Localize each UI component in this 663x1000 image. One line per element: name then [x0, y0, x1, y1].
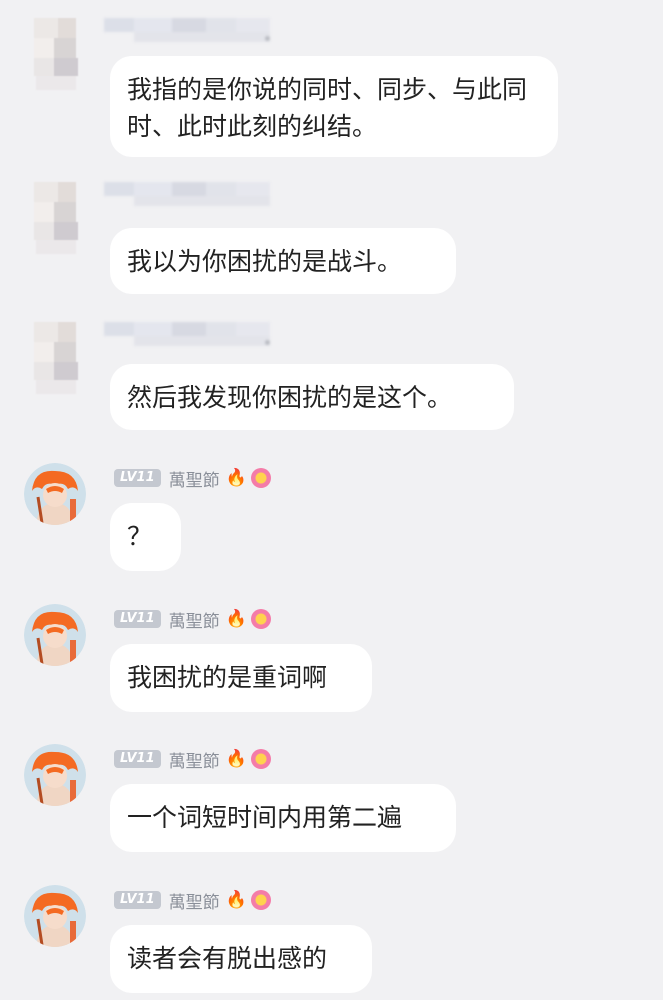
sender-line: LV11 萬聖節 🔥 — [114, 463, 271, 493]
message-text: 我指的是你说的同时、同步、与此同时、此时此刻的纠结。 — [127, 75, 528, 141]
message-bubble[interactable]: 一个词短时间内用第二遍 — [110, 784, 456, 852]
avatar[interactable] — [24, 463, 86, 525]
sender-line: LV11 萬聖節 🔥 — [114, 885, 271, 915]
message-bubble[interactable]: 我指的是你说的同时、同步、与此同时、此时此刻的纠结。 — [110, 56, 558, 157]
sender-line: LV11 萬聖節 🔥 — [114, 604, 271, 634]
message-bubble[interactable]: ？ — [110, 503, 181, 571]
sender-name[interactable]: 萬聖節 — [169, 607, 220, 632]
sender-name[interactable]: 萬聖節 — [169, 466, 220, 491]
avatar[interactable] — [24, 604, 86, 666]
sender-name-blurred — [104, 320, 274, 348]
flower-emoji-icon — [250, 468, 271, 488]
fire-icon: 🔥 — [225, 609, 247, 629]
flower-emoji-icon — [250, 749, 271, 769]
avatar-blurred[interactable] — [26, 318, 86, 396]
fire-icon: 🔥 — [225, 890, 247, 910]
message-text: 然后我发现你困扰的是这个。 — [127, 383, 453, 412]
message-bubble[interactable]: 我以为你困扰的是战斗。 — [110, 228, 456, 294]
message-bubble[interactable]: 然后我发现你困扰的是这个。 — [110, 364, 514, 430]
avatar-blurred[interactable] — [26, 178, 86, 256]
message-text: 读者会有脱出感的 — [127, 944, 328, 973]
avatar[interactable] — [24, 885, 86, 947]
message-bubble[interactable]: 我困扰的是重词啊 — [110, 644, 372, 712]
avatar-blurred[interactable] — [26, 14, 86, 92]
message-text: 我困扰的是重词啊 — [127, 663, 328, 692]
message-bubble[interactable]: 读者会有脱出感的 — [110, 925, 372, 993]
level-badge: LV11 — [114, 891, 161, 909]
sender-name-blurred — [104, 180, 274, 208]
sender-name[interactable]: 萬聖節 — [169, 888, 220, 913]
sender-line: LV11 萬聖節 🔥 — [114, 744, 271, 774]
message-text: 我以为你困扰的是战斗。 — [127, 247, 403, 276]
level-badge: LV11 — [114, 610, 161, 628]
flower-emoji-icon — [250, 609, 271, 629]
fire-icon: 🔥 — [225, 749, 247, 769]
flower-emoji-icon — [250, 890, 271, 910]
message-text: ？ — [127, 522, 153, 551]
avatar[interactable] — [24, 744, 86, 806]
sender-name-blurred — [104, 16, 274, 44]
level-badge: LV11 — [114, 469, 161, 487]
sender-name[interactable]: 萬聖節 — [169, 747, 220, 772]
message-text: 一个词短时间内用第二遍 — [127, 803, 403, 832]
fire-icon: 🔥 — [225, 468, 247, 488]
level-badge: LV11 — [114, 750, 161, 768]
